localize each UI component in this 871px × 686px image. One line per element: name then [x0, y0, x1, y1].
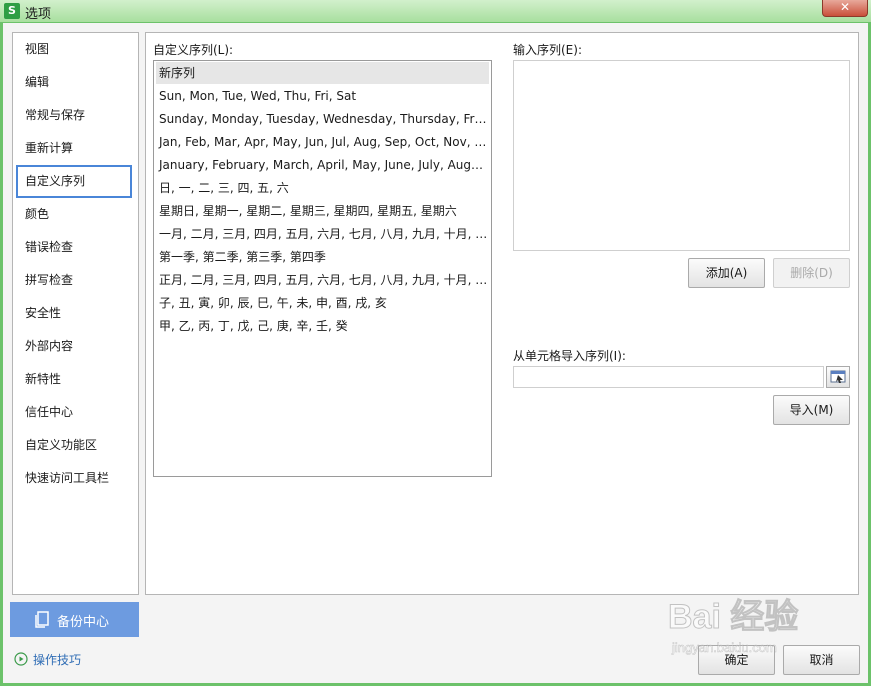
close-button[interactable]: ✕ — [822, 0, 868, 17]
sidebar-item-new-features[interactable]: 新特性 — [16, 363, 132, 396]
list-item[interactable]: 日, 一, 二, 三, 四, 五, 六 — [156, 177, 489, 199]
title-bar[interactable]: S 选项 ✕ — [0, 0, 871, 22]
tips-label: 操作技巧 — [33, 653, 82, 667]
sidebar-item-trust-center[interactable]: 信任中心 — [16, 396, 132, 429]
list-entries-textarea[interactable] — [513, 60, 850, 251]
sidebar-item-general-save[interactable]: 常规与保存 — [16, 99, 132, 132]
backup-center-button[interactable]: 备份中心 — [10, 602, 139, 637]
add-button[interactable]: 添加(A) — [688, 258, 765, 288]
sidebar-item-view[interactable]: 视图 — [16, 33, 132, 66]
list-item[interactable]: 甲, 乙, 丙, 丁, 戊, 己, 庚, 辛, 壬, 癸 — [156, 315, 489, 337]
delete-button[interactable]: 删除(D) — [773, 258, 850, 288]
list-item[interactable]: 正月, 二月, 三月, 四月, 五月, 六月, 七月, 八月, 九月, 十月, … — [156, 269, 489, 291]
custom-lists-label: 自定义序列(L): — [153, 43, 234, 57]
list-item[interactable]: 子, 丑, 寅, 卯, 辰, 巳, 午, 未, 申, 酉, 戌, 亥 — [156, 292, 489, 314]
window-title: 选项 — [25, 7, 52, 22]
play-circle-icon — [14, 652, 28, 666]
list-item[interactable]: Sun, Mon, Tue, Wed, Thu, Fri, Sat — [156, 85, 489, 107]
custom-lists-listbox[interactable]: 新序列 Sun, Mon, Tue, Wed, Thu, Fri, Sat Su… — [153, 60, 492, 477]
list-item[interactable]: 星期日, 星期一, 星期二, 星期三, 星期四, 星期五, 星期六 — [156, 200, 489, 222]
ok-button[interactable]: 确定 — [698, 645, 775, 675]
document-backup-icon — [35, 611, 49, 628]
entry-label: 输入序列(E): — [513, 43, 582, 57]
list-item[interactable]: 一月, 二月, 三月, 四月, 五月, 六月, 七月, 八月, 九月, 十月, … — [156, 223, 489, 245]
sidebar-item-spell-check[interactable]: 拼写检查 — [16, 264, 132, 297]
import-label: 从单元格导入序列(I): — [513, 349, 626, 363]
wps-app-icon: S — [4, 3, 20, 19]
custom-lists-panel: 自定义序列(L): 新序列 Sun, Mon, Tue, Wed, Thu, F… — [145, 32, 859, 595]
range-picker-button[interactable] — [826, 366, 850, 388]
list-item[interactable]: January, February, March, April, May, Ju… — [156, 154, 489, 176]
sidebar-item-customize-ribbon[interactable]: 自定义功能区 — [16, 429, 132, 462]
list-item[interactable]: 新序列 — [156, 62, 489, 84]
import-button[interactable]: 导入(M) — [773, 395, 850, 425]
sidebar-item-custom-lists[interactable]: 自定义序列 — [16, 165, 132, 198]
sidebar-item-recalculate[interactable]: 重新计算 — [16, 132, 132, 165]
list-item[interactable]: Sunday, Monday, Tuesday, Wednesday, Thur… — [156, 108, 489, 130]
sidebar-item-edit[interactable]: 编辑 — [16, 66, 132, 99]
sidebar: 视图 编辑 常规与保存 重新计算 自定义序列 颜色 错误检查 拼写检查 安全性 … — [12, 32, 139, 595]
dialog-body: 视图 编辑 常规与保存 重新计算 自定义序列 颜色 错误检查 拼写检查 安全性 … — [3, 23, 868, 683]
cancel-button[interactable]: 取消 — [783, 645, 860, 675]
import-range-input[interactable] — [513, 366, 824, 388]
sidebar-item-color[interactable]: 颜色 — [16, 198, 132, 231]
range-select-icon — [830, 370, 846, 383]
backup-center-label: 备份中心 — [57, 615, 110, 630]
sidebar-item-error-check[interactable]: 错误检查 — [16, 231, 132, 264]
sidebar-item-security[interactable]: 安全性 — [16, 297, 132, 330]
options-window: S 选项 ✕ 视图 编辑 常规与保存 重新计算 自定义序列 颜色 错误检查 拼写… — [0, 0, 871, 686]
list-item[interactable]: 第一季, 第二季, 第三季, 第四季 — [156, 246, 489, 268]
sidebar-item-external-content[interactable]: 外部内容 — [16, 330, 132, 363]
list-item[interactable]: Jan, Feb, Mar, Apr, May, Jun, Jul, Aug, … — [156, 131, 489, 153]
sidebar-item-quick-access-toolbar[interactable]: 快速访问工具栏 — [16, 462, 132, 495]
